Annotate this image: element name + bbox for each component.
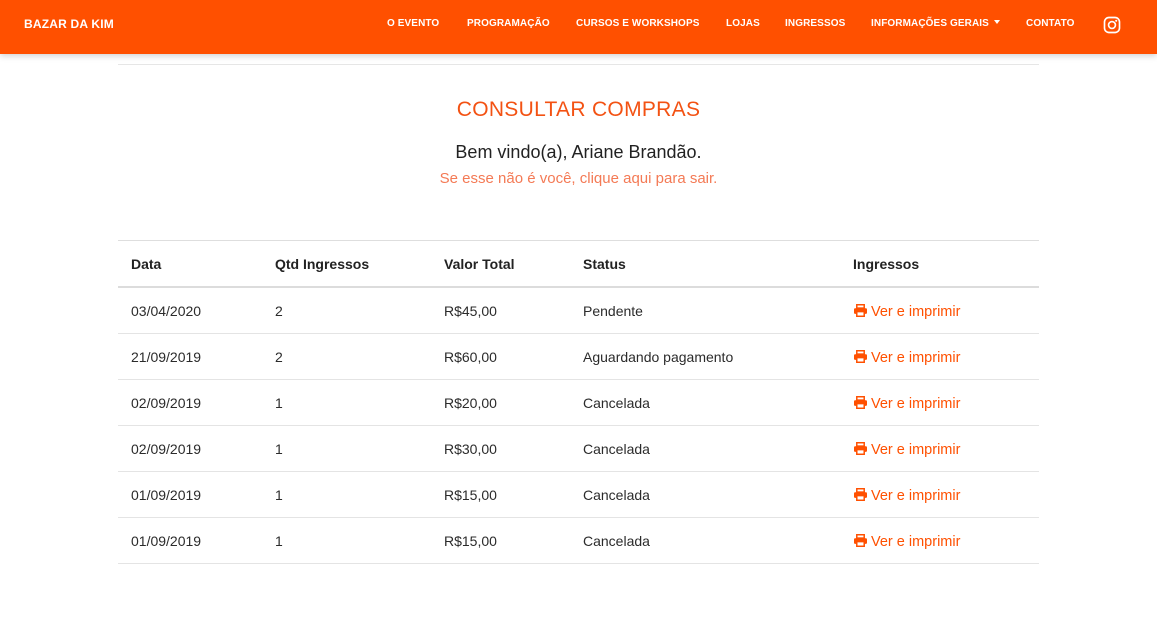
caret-down-icon [993, 20, 1000, 24]
top-navbar: BAZAR DA KIM O EVENTO PROGRAMAÇÃO CURSOS… [0, 0, 1157, 54]
printer-icon [854, 350, 867, 363]
cell-date: 03/04/2020 [131, 303, 202, 319]
cell-status: Cancelada [583, 441, 650, 457]
header-status: Status [583, 256, 626, 272]
table-row: 02/09/2019 1 R$20,00 Cancelada Ver e imprimi… [118, 380, 1039, 426]
cell-total: R$15,00 [444, 487, 497, 503]
brand-logo-text[interactable]: BAZAR DA KIM [24, 17, 114, 31]
view-print-label: Ver e imprimir [871, 488, 961, 504]
nav-informacoes-gerais[interactable]: INFORMAÇÕES GERAIS [871, 18, 1000, 29]
printer-icon [854, 488, 867, 501]
cell-total: R$45,00 [444, 303, 497, 319]
cell-total: R$60,00 [444, 349, 497, 365]
cell-qty: 1 [275, 395, 283, 411]
cell-qty: 1 [275, 441, 283, 457]
printer-icon [854, 534, 867, 547]
purchases-table: Data Qtd Ingressos Valor Total Status In… [118, 240, 1039, 564]
header-data: Data [131, 256, 162, 272]
instagram-icon[interactable] [1103, 16, 1121, 34]
printer-icon [854, 442, 867, 455]
nav-programacao[interactable]: PROGRAMAÇÃO [467, 18, 550, 29]
divider [118, 64, 1039, 65]
cell-qty: 2 [275, 303, 283, 319]
cell-status: Cancelada [583, 395, 650, 411]
nav-o-evento[interactable]: O EVENTO [387, 18, 439, 29]
view-print-label: Ver e imprimir [871, 534, 961, 550]
table-row: 21/09/2019 2 R$60,00 Aguardando pagamento Ve… [118, 334, 1039, 380]
nav-cursos-workshops[interactable]: CURSOS E WORKSHOPS [576, 18, 699, 29]
view-print-link[interactable]: Ver e imprimir [853, 334, 960, 379]
welcome-message: Bem vindo(a), Ariane Brandão. [455, 142, 702, 162]
nav-informacoes-gerais-label: INFORMAÇÕES GERAIS [871, 18, 989, 29]
view-print-label: Ver e imprimir [871, 396, 961, 412]
cell-status: Cancelada [583, 533, 650, 549]
table-row: 02/09/2019 1 R$30,00 Cancelada Ver e imprimi… [118, 426, 1039, 472]
cell-total: R$20,00 [444, 395, 497, 411]
cell-qty: 1 [275, 533, 283, 549]
view-print-link[interactable]: Ver e imprimir [853, 472, 960, 517]
cell-qty: 1 [275, 487, 283, 503]
cell-total: R$15,00 [444, 533, 497, 549]
table-row: 01/09/2019 1 R$15,00 Cancelada Ver e imprimi… [118, 472, 1039, 518]
nav-lojas[interactable]: LOJAS [726, 18, 760, 29]
cell-status: Cancelada [583, 487, 650, 503]
printer-icon [854, 304, 867, 317]
view-print-link[interactable]: Ver e imprimir [853, 426, 960, 471]
printer-icon [854, 396, 867, 409]
cell-date: 21/09/2019 [131, 349, 202, 365]
view-print-label: Ver e imprimir [871, 442, 961, 458]
cell-status: Pendente [583, 303, 643, 319]
table-row: 03/04/2020 2 R$45,00 Pendente Ver e imprimir [118, 288, 1039, 334]
table-row: 01/09/2019 1 R$15,00 Cancelada Ver e imprimi… [118, 518, 1039, 564]
cell-date: 01/09/2019 [131, 487, 202, 503]
cell-date: 02/09/2019 [131, 395, 202, 411]
view-print-label: Ver e imprimir [871, 304, 961, 320]
view-print-label: Ver e imprimir [871, 350, 961, 366]
logout-link[interactable]: Se esse não é você, clique aqui para sai… [0, 170, 1157, 187]
header-qtd-ingressos: Qtd Ingressos [275, 256, 370, 272]
header-ingressos: Ingressos [853, 256, 920, 272]
cell-date: 02/09/2019 [131, 441, 202, 457]
cell-status: Aguardando pagamento [583, 349, 734, 365]
view-print-link[interactable]: Ver e imprimir [853, 518, 960, 563]
table-header-row: Data Qtd Ingressos Valor Total Status In… [118, 241, 1039, 288]
nav-ingressos[interactable]: INGRESSOS [785, 18, 845, 29]
cell-total: R$30,00 [444, 441, 497, 457]
view-print-link[interactable]: Ver e imprimir [853, 288, 960, 333]
header-valor-total: Valor Total [444, 256, 515, 272]
view-print-link[interactable]: Ver e imprimir [853, 380, 960, 425]
cell-qty: 2 [275, 349, 283, 365]
cell-date: 01/09/2019 [131, 533, 202, 549]
nav-contato[interactable]: CONTATO [1026, 18, 1074, 29]
page-title: CONSULTAR COMPRAS [456, 98, 701, 121]
